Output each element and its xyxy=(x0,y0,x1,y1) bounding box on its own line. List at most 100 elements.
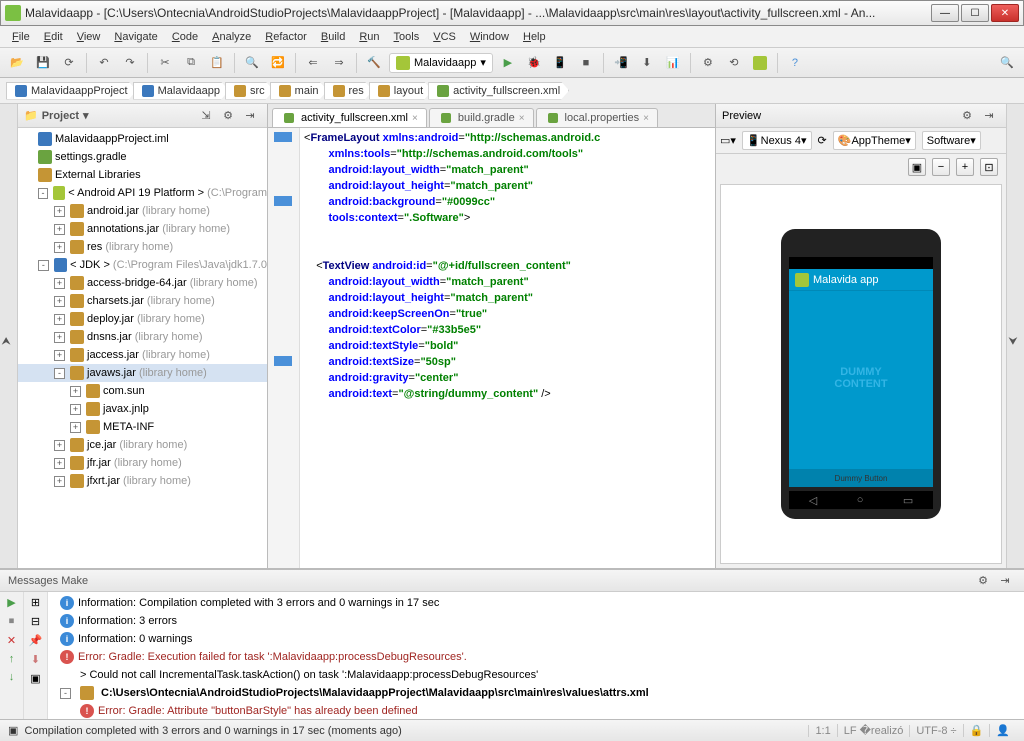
menu-navigate[interactable]: Navigate xyxy=(108,29,163,45)
open-icon[interactable]: 📂 xyxy=(6,52,28,74)
sdk-icon[interactable]: ⬇ xyxy=(636,52,658,74)
breadcrumb-item[interactable]: layout xyxy=(369,82,432,100)
menu-tools[interactable]: Tools xyxy=(388,29,426,45)
forward-icon[interactable]: ⇒ xyxy=(328,52,350,74)
breadcrumb-item[interactable]: src xyxy=(225,82,274,100)
fold-marker[interactable] xyxy=(274,132,292,142)
encoding[interactable]: UTF-8 ÷ xyxy=(909,725,962,737)
breadcrumb-item[interactable]: res xyxy=(324,82,373,100)
messages-list[interactable]: iInformation: Compilation completed with… xyxy=(48,592,1024,740)
tree-node[interactable]: +com.sun xyxy=(18,382,267,400)
tree-node[interactable]: -javaws.jar (library home) xyxy=(18,364,267,382)
device-selector[interactable]: 📱Nexus 4▾ xyxy=(742,131,812,150)
message-item[interactable]: iInformation: 0 warnings xyxy=(52,630,1020,648)
debug-icon[interactable]: 🐞 xyxy=(523,52,545,74)
search-icon[interactable]: 🔍 xyxy=(996,52,1018,74)
run-icon[interactable]: ▶ xyxy=(497,52,519,74)
filter-icon[interactable]: ▣ xyxy=(30,672,40,685)
close-tab-icon[interactable]: × xyxy=(643,113,649,124)
tree-node[interactable]: -< Android API 19 Platform > (C:\Program xyxy=(18,184,267,202)
toggle-tool-icon[interactable]: ▣ xyxy=(8,724,18,737)
code-editor[interactable]: <FrameLayout xmlns:android="http://schem… xyxy=(268,128,715,568)
sync2-icon[interactable]: ⟲ xyxy=(723,52,745,74)
tree-node[interactable]: +charsets.jar (library home) xyxy=(18,292,267,310)
line-ending[interactable]: LF �realizó xyxy=(837,724,910,737)
maximize-button[interactable]: ☐ xyxy=(961,4,989,22)
zoom-out-icon[interactable]: − xyxy=(932,158,950,176)
collapse-icon[interactable]: ⊟ xyxy=(31,615,40,628)
right-gutter[interactable]: ⮞ xyxy=(1006,104,1024,568)
stop-icon[interactable]: ■ xyxy=(575,52,597,74)
message-item[interactable]: !Error: Gradle: Attribute "buttonBarStyl… xyxy=(52,702,1020,720)
rerun-icon[interactable]: ▶ xyxy=(7,596,15,609)
up-icon[interactable]: ↑ xyxy=(9,653,15,665)
tree-node[interactable]: +jaccess.jar (library home) xyxy=(18,346,267,364)
left-gutter[interactable]: ⮜ xyxy=(0,104,18,568)
attach-icon[interactable]: 📱 xyxy=(549,52,571,74)
pin-icon[interactable]: 📌 xyxy=(29,634,43,647)
gear-icon[interactable]: ⚙ xyxy=(217,105,239,127)
breadcrumb-item[interactable]: activity_fullscreen.xml xyxy=(428,82,569,100)
message-item[interactable]: !Error: Gradle: Execution failed for tas… xyxy=(52,648,1020,666)
message-item[interactable]: > Could not call IncrementalTask.taskAct… xyxy=(52,666,1020,684)
tree-node[interactable]: +jce.jar (library home) xyxy=(18,436,267,454)
undo-icon[interactable]: ↶ xyxy=(93,52,115,74)
menu-refactor[interactable]: Refactor xyxy=(259,29,313,45)
hide-icon[interactable]: ⇥ xyxy=(239,105,261,127)
collapse-icon[interactable]: ⇲ xyxy=(195,105,217,127)
menu-help[interactable]: Help xyxy=(517,29,552,45)
android2-icon[interactable] xyxy=(749,52,771,74)
tree-node[interactable]: -< JDK > (C:\Program Files\Java\jdk1.7.0 xyxy=(18,256,267,274)
menu-code[interactable]: Code xyxy=(166,29,204,45)
copy-icon[interactable]: ⧉ xyxy=(180,52,202,74)
breadcrumb-item[interactable]: MalavidaappProject xyxy=(6,82,137,100)
tree-node[interactable]: +javax.jnlp xyxy=(18,400,267,418)
fold-marker[interactable] xyxy=(274,196,292,206)
save-icon[interactable]: 💾 xyxy=(32,52,54,74)
menu-file[interactable]: File xyxy=(6,29,36,45)
redo-icon[interactable]: ↷ xyxy=(119,52,141,74)
menu-view[interactable]: View xyxy=(71,29,107,45)
stop-icon[interactable]: ⏹ xyxy=(9,615,15,628)
message-item[interactable]: iInformation: 3 errors xyxy=(52,612,1020,630)
orientation-icon[interactable]: ▭▾ xyxy=(720,134,736,147)
gear-icon[interactable]: ⚙ xyxy=(956,105,978,127)
tree-node[interactable]: settings.gradle xyxy=(18,148,267,166)
avd-icon[interactable]: 📲 xyxy=(610,52,632,74)
close-button[interactable]: ✕ xyxy=(991,4,1019,22)
sync-icon[interactable]: ⟳ xyxy=(58,52,80,74)
message-item[interactable]: iInformation: Compilation completed with… xyxy=(52,594,1020,612)
chevron-down-icon[interactable]: ▾ xyxy=(83,109,89,122)
tree-node[interactable]: +deploy.jar (library home) xyxy=(18,310,267,328)
zoom-actual-icon[interactable]: ⊡ xyxy=(980,158,998,176)
menu-run[interactable]: Run xyxy=(353,29,385,45)
tree-node[interactable]: +jfr.jar (library home) xyxy=(18,454,267,472)
close-icon[interactable]: ✕ xyxy=(7,634,16,647)
zoom-fit-icon[interactable]: ▣ xyxy=(908,158,926,176)
tree-node[interactable]: External Libraries xyxy=(18,166,267,184)
render-selector[interactable]: Software▾ xyxy=(922,131,981,150)
menu-build[interactable]: Build xyxy=(315,29,351,45)
minimize-button[interactable]: — xyxy=(931,4,959,22)
help-icon[interactable]: ? xyxy=(784,52,806,74)
editor-tab[interactable]: activity_fullscreen.xml × xyxy=(272,108,427,127)
close-tab-icon[interactable]: × xyxy=(519,113,525,124)
structure-icon[interactable]: ⚙ xyxy=(697,52,719,74)
editor-tab[interactable]: build.gradle × xyxy=(429,108,534,127)
paste-icon[interactable]: 📋 xyxy=(206,52,228,74)
hide-icon[interactable]: ⇥ xyxy=(978,105,1000,127)
tree-node[interactable]: +annotations.jar (library home) xyxy=(18,220,267,238)
refresh-icon[interactable]: ⟳ xyxy=(818,134,827,147)
gear-icon[interactable]: ⚙ xyxy=(972,570,994,592)
menu-edit[interactable]: Edit xyxy=(38,29,69,45)
find-icon[interactable]: 🔍 xyxy=(241,52,263,74)
breadcrumb-item[interactable]: main xyxy=(270,82,328,100)
menu-analyze[interactable]: Analyze xyxy=(206,29,257,45)
tree-node[interactable]: +access-bridge-64.jar (library home) xyxy=(18,274,267,292)
fold-marker[interactable] xyxy=(274,356,292,366)
down-icon[interactable]: ↓ xyxy=(9,671,15,683)
code-text[interactable]: <FrameLayout xmlns:android="http://schem… xyxy=(300,128,715,568)
hide-icon[interactable]: ⇥ xyxy=(994,570,1016,592)
project-tree[interactable]: MalavidaappProject.imlsettings.gradleExt… xyxy=(18,128,267,568)
tree-node[interactable]: +jfxrt.jar (library home) xyxy=(18,472,267,490)
